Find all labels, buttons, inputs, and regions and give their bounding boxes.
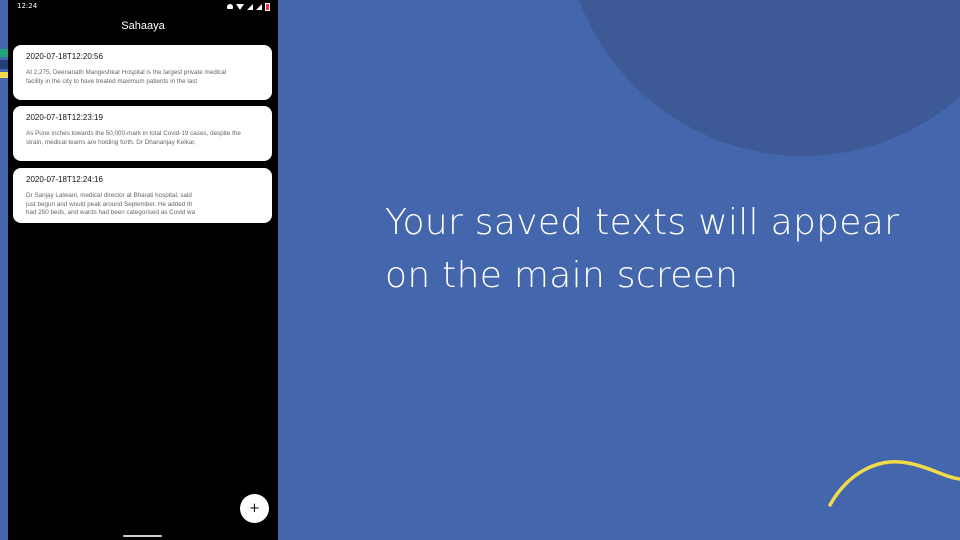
note-date: 2020-07-18T12:24:16 — [26, 175, 103, 184]
note-text: Dr Sanjay Lalwani, medical director at B… — [26, 192, 196, 216]
note-card[interactable]: 2020-07-18T12:20:56 At 2,275, Deenanath … — [13, 45, 272, 100]
signal-icon — [247, 3, 253, 10]
phone-screen: 12:24 Sahaaya 2020-07-18T12:20:56 At 2,2… — [8, 0, 278, 540]
add-note-button[interactable]: + — [240, 494, 269, 523]
note-card[interactable]: 2020-07-18T12:24:16 Dr Sanjay Lalwani, m… — [13, 168, 272, 223]
note-text: As Pune inches towards the 50,000-mark i… — [26, 130, 241, 146]
status-time: 12:24 — [17, 2, 38, 10]
home-indicator[interactable] — [123, 535, 162, 537]
battery-icon — [265, 2, 270, 11]
note-text: At 2,275, Deenanath Mangeshkar Hospital … — [26, 69, 227, 85]
decorative-wave — [828, 460, 960, 507]
note-date: 2020-07-18T12:20:56 — [26, 52, 103, 61]
status-bar: 12:24 — [8, 0, 278, 13]
notification-icon — [227, 4, 233, 9]
note-card[interactable]: 2020-07-18T12:23:19 As Pune inches towar… — [13, 106, 272, 161]
signal-icon — [256, 3, 262, 10]
edge-accent-yellow — [0, 72, 8, 78]
wifi-icon — [236, 3, 244, 10]
status-icons — [227, 0, 270, 13]
edge-accent-strip — [0, 0, 8, 540]
edge-accent-navy — [0, 60, 8, 69]
decorative-blob — [563, 0, 960, 156]
app-title: Sahaaya — [121, 20, 165, 32]
caption-text: Your saved texts will appear on the main… — [385, 202, 900, 296]
plus-icon: + — [249, 501, 260, 516]
note-date: 2020-07-18T12:23:19 — [26, 113, 103, 122]
edge-accent-green — [0, 49, 8, 57]
